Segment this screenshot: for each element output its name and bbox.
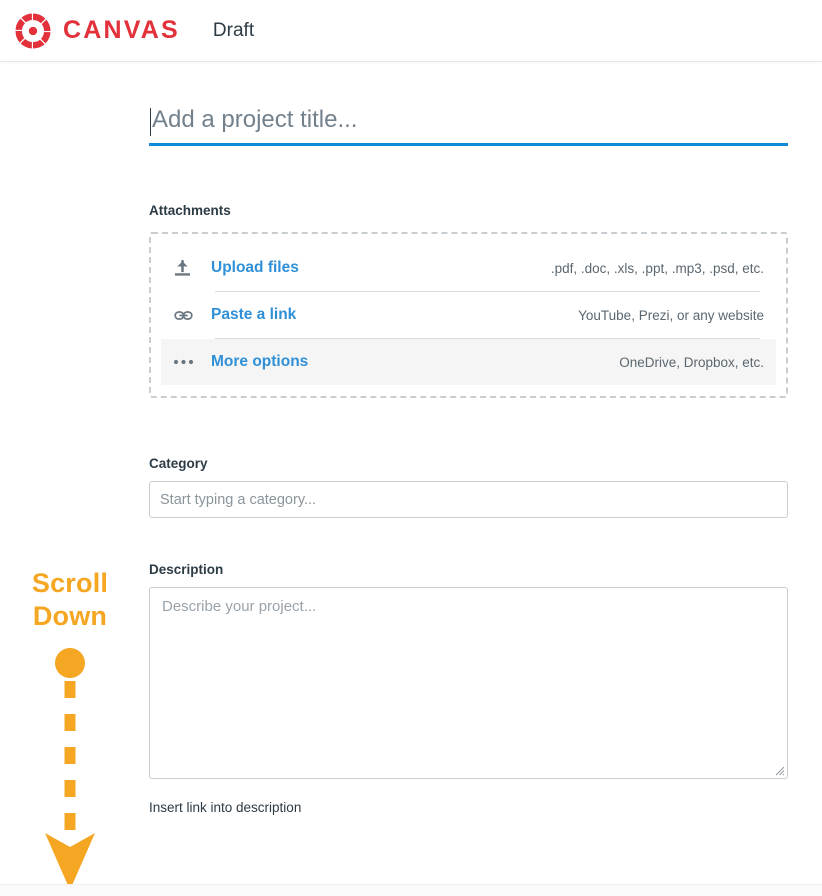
more-options-hint: OneDrive, Dropbox, etc. <box>619 354 764 370</box>
upload-icon <box>173 259 211 278</box>
attachments-label: Attachments <box>149 203 231 218</box>
text-caret <box>150 108 151 136</box>
attachment-row-paste-link[interactable]: Paste a link YouTube, Prezi, or any webs… <box>161 292 776 338</box>
description-textarea[interactable] <box>149 587 788 779</box>
description-label: Description <box>149 562 224 577</box>
scroll-annotation-line1: Scroll <box>31 568 109 598</box>
project-form: Attachments Upload files .pdf, .doc, .xl… <box>149 62 788 815</box>
insert-link-into-description-text: Insert link into description <box>149 800 302 815</box>
more-options-link[interactable]: More options <box>211 353 308 371</box>
paste-link-link[interactable]: Paste a link <box>211 306 296 324</box>
page-title: Draft <box>212 19 255 41</box>
canvas-wordmark: CANVAS <box>63 16 180 44</box>
scroll-down-arrow-icon <box>45 648 95 890</box>
attachment-row-upload-files[interactable]: Upload files .pdf, .doc, .xls, .ppt, .mp… <box>161 245 776 291</box>
attachments-dropzone[interactable]: Upload files .pdf, .doc, .xls, .ppt, .mp… <box>149 232 788 398</box>
category-label: Category <box>149 456 208 471</box>
canvas-logo-icon <box>15 13 51 48</box>
project-title-field[interactable] <box>149 106 788 146</box>
app-header: CANVAS Draft <box>0 0 822 62</box>
canvas-logo[interactable]: CANVAS <box>14 12 180 50</box>
upload-files-hint: .pdf, .doc, .xls, .ppt, .mp3, .psd, etc. <box>550 260 764 276</box>
link-icon <box>173 305 211 326</box>
scroll-down-annotation: Scroll Down <box>0 567 140 893</box>
attachment-row-more-options[interactable]: More options OneDrive, Dropbox, etc. <box>161 339 776 385</box>
project-title-input[interactable] <box>149 106 788 134</box>
category-input[interactable] <box>149 481 788 518</box>
page-body: Scroll Down Attachments <box>0 62 822 896</box>
ellipsis-icon <box>173 358 211 366</box>
description-wrapper <box>149 587 788 779</box>
scroll-annotation-line2: Down <box>32 601 108 631</box>
upload-files-link[interactable]: Upload files <box>211 259 299 277</box>
paste-link-hint: YouTube, Prezi, or any website <box>578 307 764 323</box>
bottom-bar <box>0 884 822 896</box>
